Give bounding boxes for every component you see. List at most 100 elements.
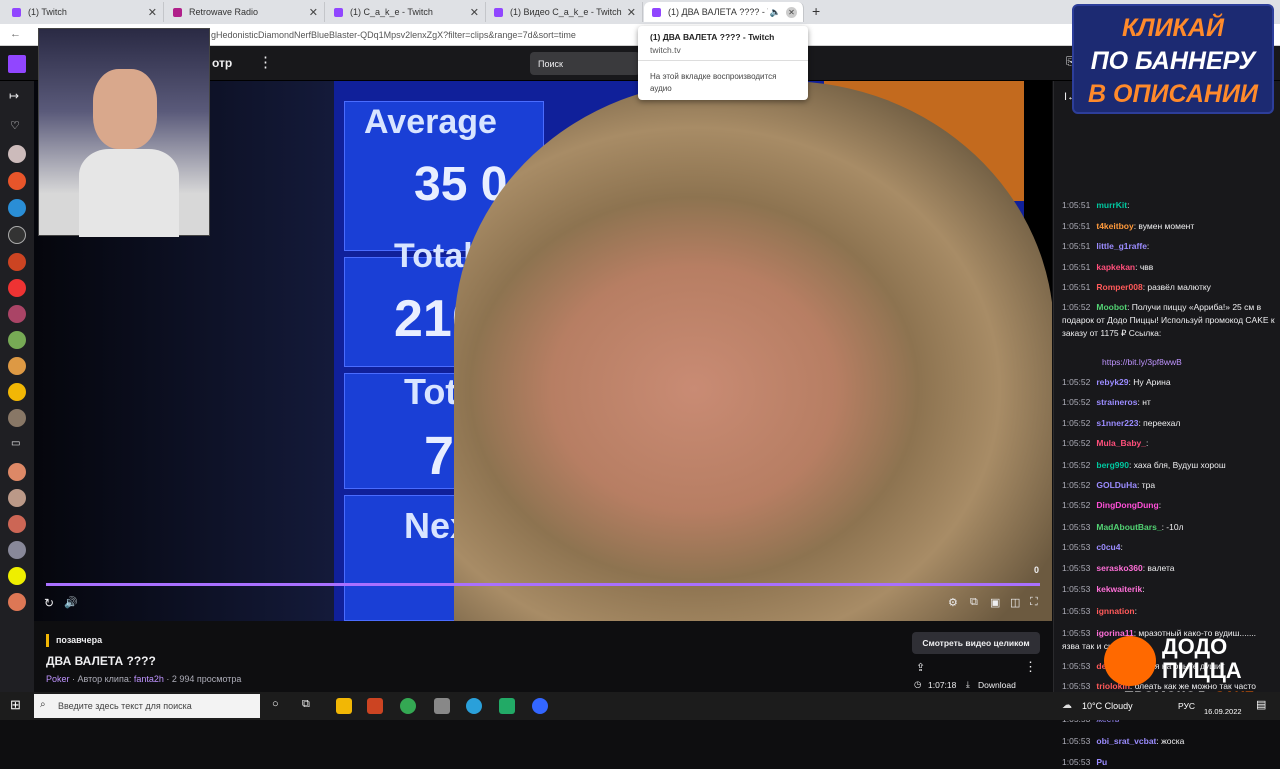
channel-avatar[interactable] — [8, 541, 26, 559]
telegram-icon[interactable] — [466, 698, 482, 714]
channel-avatar[interactable] — [8, 567, 26, 585]
category-link[interactable]: Poker — [46, 674, 70, 684]
chat-link[interactable]: https://bit.ly/3pf8wwB — [1102, 357, 1182, 367]
keyboard-language[interactable]: РУС — [1178, 701, 1195, 711]
chat-username[interactable]: rebyk29 — [1096, 377, 1128, 387]
search-input[interactable]: Поиск — [530, 52, 640, 75]
close-tab-icon[interactable]: ✕ — [627, 6, 636, 19]
url-text[interactable]: gHedonisticDiamondNerfBlueBlaster-QDq1Mp… — [211, 30, 576, 40]
channel-avatar[interactable] — [8, 331, 26, 349]
chat-message: 1:05:52 Mula_Baby_: — [1062, 437, 1276, 450]
twitch-logo-icon[interactable] — [8, 55, 26, 73]
chat-timestamp: 1:05:52 — [1062, 418, 1091, 428]
channel-avatar[interactable] — [8, 226, 26, 244]
browser-tab[interactable]: (1) C_a_k_e - Twitch ✕ — [326, 2, 486, 22]
chat-username[interactable]: Moobot — [1096, 302, 1127, 312]
chat-username[interactable]: straineros — [1096, 397, 1137, 407]
close-tab-icon[interactable]: ✕ — [309, 6, 318, 19]
browser-tab-active[interactable]: (1) ДВА ВАЛЕТА ???? - Twitch 🔈 ✕ — [644, 2, 804, 22]
more-options-icon[interactable]: ⋮ — [1024, 659, 1037, 675]
chat-username[interactable]: little_g1raffe — [1096, 241, 1147, 251]
channel-avatar[interactable] — [8, 145, 26, 163]
chat-username[interactable]: murrKit — [1096, 200, 1127, 210]
chat-username[interactable]: Pu — [1096, 757, 1107, 767]
channel-avatar[interactable] — [8, 172, 26, 190]
watch-full-label: Смотреть видео целиком — [922, 638, 1030, 648]
browser-tab[interactable]: (1) Видео C_a_k_e - Twitch ✕ — [486, 2, 643, 22]
speaker-icon[interactable]: 🔈 — [770, 7, 781, 18]
app-icon[interactable] — [499, 698, 515, 714]
channel-avatar[interactable] — [8, 357, 26, 375]
theatre-mode-icon[interactable]: ◫ — [1010, 596, 1020, 609]
download-button[interactable]: Download — [978, 680, 1016, 690]
promo-banner[interactable]: КЛИКАЙ ПО БАННЕРУ В ОПИСАНИИ — [1072, 4, 1274, 114]
clip-meta: Poker · Автор клипа: fanta2h · 2 994 про… — [46, 674, 242, 684]
browser-tab[interactable]: Retrowave Radio ✕ — [165, 2, 325, 22]
taskbar-search-input[interactable]: ⌕ Введите здесь текст для поиска — [34, 694, 260, 718]
chat-text: : — [1142, 584, 1145, 594]
expand-sidebar-icon[interactable]: ↦ — [9, 89, 19, 103]
browser-tab[interactable]: (1) Twitch ✕ — [4, 2, 164, 22]
chat-message: 1:05:52 straineros: нт — [1062, 396, 1276, 409]
author-link[interactable]: fanta2h — [134, 674, 164, 684]
chrome-icon[interactable] — [400, 698, 416, 714]
replay-icon[interactable]: ↻ — [44, 596, 54, 610]
file-explorer-icon[interactable] — [336, 698, 352, 714]
app-icon[interactable] — [434, 698, 450, 714]
clip-icon[interactable]: ⧉ — [970, 596, 978, 609]
chat-username[interactable]: t4keitboy — [1096, 221, 1133, 231]
channel-avatar[interactable] — [8, 463, 26, 481]
chat-text: : переехал — [1138, 418, 1181, 428]
chat-username[interactable]: berg990 — [1096, 460, 1129, 470]
heart-icon[interactable]: ♡ — [10, 119, 20, 132]
chat-username[interactable]: ignnation — [1096, 606, 1134, 616]
windows-start-icon[interactable]: ⊞ — [10, 697, 21, 713]
channel-avatar[interactable] — [8, 279, 26, 297]
channel-avatar[interactable] — [8, 489, 26, 507]
channel-avatar[interactable] — [8, 409, 26, 427]
chat-username[interactable]: Mula_Baby_ — [1096, 438, 1146, 448]
channel-avatar[interactable] — [8, 593, 26, 611]
share-icon[interactable]: ⇪ — [916, 661, 925, 674]
chat-username[interactable]: c0cu4 — [1096, 542, 1120, 552]
clock-date[interactable]: 16.09.2022 — [1204, 707, 1242, 716]
app-icon[interactable] — [367, 698, 383, 714]
chat-text: : развёл малютку — [1142, 282, 1211, 292]
chat-username[interactable]: obi_srat_vcbat — [1096, 736, 1156, 746]
chat-timestamp: 1:05:52 — [1062, 438, 1091, 448]
chat-username[interactable]: kapkekan — [1096, 262, 1135, 272]
weather-text[interactable]: 10°C Cloudy — [1082, 701, 1133, 711]
cortana-icon[interactable]: ○ — [272, 698, 279, 710]
chat-username[interactable]: GOLDuHa — [1096, 480, 1137, 490]
nav-browse[interactable]: отр — [212, 56, 232, 70]
chat-username[interactable]: s1nner223 — [1096, 418, 1138, 428]
chat-username[interactable]: Romper008 — [1096, 282, 1142, 292]
progress-track[interactable] — [46, 583, 1040, 586]
channel-avatar[interactable] — [8, 515, 26, 533]
more-icon[interactable]: ⋮ — [258, 53, 273, 71]
accent-bar — [46, 634, 49, 647]
channel-avatar[interactable] — [8, 305, 26, 323]
channel-avatar[interactable] — [8, 253, 26, 271]
settings-icon[interactable]: ⚙ — [948, 596, 958, 609]
chat-username[interactable]: DingDongDung — [1096, 500, 1158, 510]
close-tab-icon[interactable]: ✕ — [786, 6, 797, 18]
app-icon[interactable] — [532, 698, 548, 714]
volume-icon[interactable]: 🔊 — [64, 596, 78, 609]
watch-full-video-button[interactable]: Смотреть видео целиком — [912, 632, 1040, 654]
channel-avatar[interactable] — [8, 199, 26, 217]
download-icon[interactable]: ⤓ — [966, 679, 970, 690]
fullscreen-icon[interactable]: ⛶ — [1030, 596, 1038, 609]
new-tab-icon[interactable]: + — [812, 3, 820, 19]
close-tab-icon[interactable]: ✕ — [148, 6, 157, 19]
back-icon[interactable]: ← — [10, 28, 21, 40]
miniplayer-icon[interactable]: ▣ — [990, 596, 1000, 609]
video-camera-icon[interactable]: ▭ — [11, 438, 20, 449]
close-tab-icon[interactable]: ✕ — [470, 6, 479, 19]
chat-username[interactable]: serasko360 — [1096, 563, 1142, 573]
chat-username[interactable]: MadAboutBars_ — [1096, 522, 1161, 532]
chat-username[interactable]: kekwaiterik — [1096, 584, 1142, 594]
channel-avatar[interactable] — [8, 383, 26, 401]
task-view-icon[interactable]: ⧉ — [302, 698, 310, 711]
notifications-icon[interactable]: ▤ — [1256, 698, 1266, 711]
